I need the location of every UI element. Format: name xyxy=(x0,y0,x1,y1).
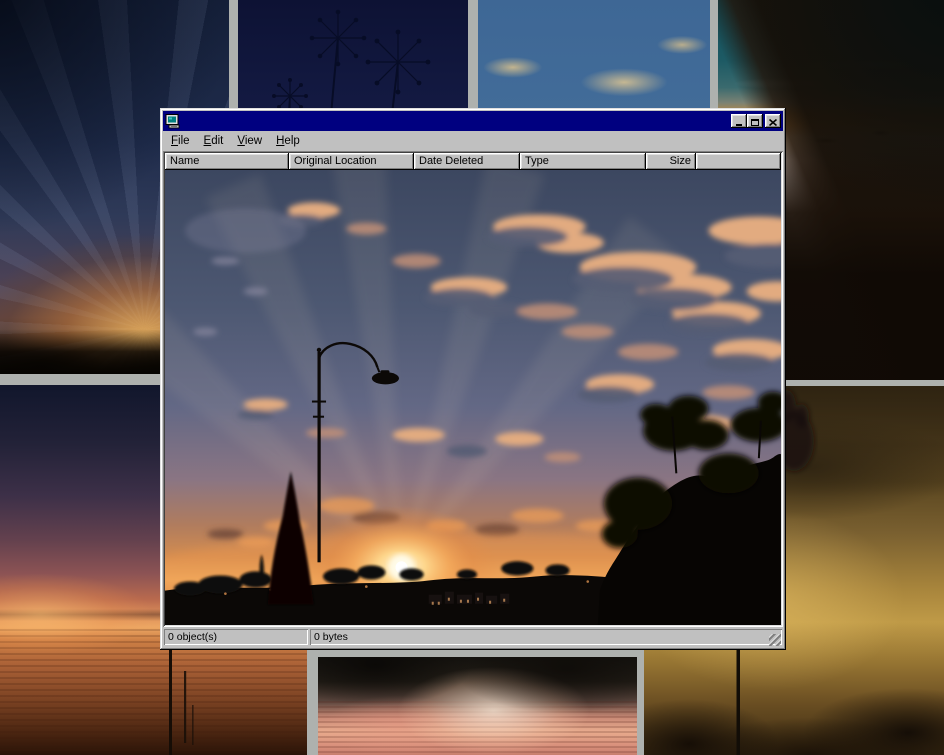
column-header-type[interactable]: Type xyxy=(520,153,646,170)
file-list-view: Name Original Location Date Deleted Type… xyxy=(163,151,783,627)
status-bar: 0 object(s) 0 bytes xyxy=(163,627,783,647)
column-header-row: Name Original Location Date Deleted Type… xyxy=(165,153,781,170)
explorer-window: File Edit View Help Name Original Locati… xyxy=(160,108,786,650)
status-object-count: 0 object(s) xyxy=(164,629,308,645)
window-titlebar[interactable] xyxy=(163,111,783,131)
menu-bar: File Edit View Help xyxy=(163,131,783,151)
menu-view[interactable]: View xyxy=(230,132,269,150)
maximize-button[interactable] xyxy=(747,114,763,128)
close-icon xyxy=(769,119,777,126)
column-header-size[interactable]: Size xyxy=(646,153,696,170)
close-button[interactable] xyxy=(765,114,781,128)
column-header-date-deleted[interactable]: Date Deleted xyxy=(414,153,520,170)
menu-edit[interactable]: Edit xyxy=(197,132,231,150)
wallpaper-tile-water-reflection xyxy=(318,657,637,755)
computer-icon xyxy=(165,114,181,129)
minimize-button[interactable] xyxy=(731,114,747,128)
resize-grip[interactable] xyxy=(769,634,781,646)
column-header-name[interactable]: Name xyxy=(165,153,289,170)
window-controls xyxy=(731,114,781,128)
menu-help[interactable]: Help xyxy=(269,132,307,150)
menu-file[interactable]: File xyxy=(164,132,197,150)
minimize-icon xyxy=(736,124,742,126)
column-header-filler[interactable] xyxy=(696,153,781,170)
sunset-lamp-photo xyxy=(165,170,781,625)
folder-background-photo[interactable] xyxy=(165,170,781,625)
column-header-original-location[interactable]: Original Location xyxy=(289,153,414,170)
status-byte-count: 0 bytes xyxy=(310,629,782,645)
maximize-icon xyxy=(751,119,759,126)
